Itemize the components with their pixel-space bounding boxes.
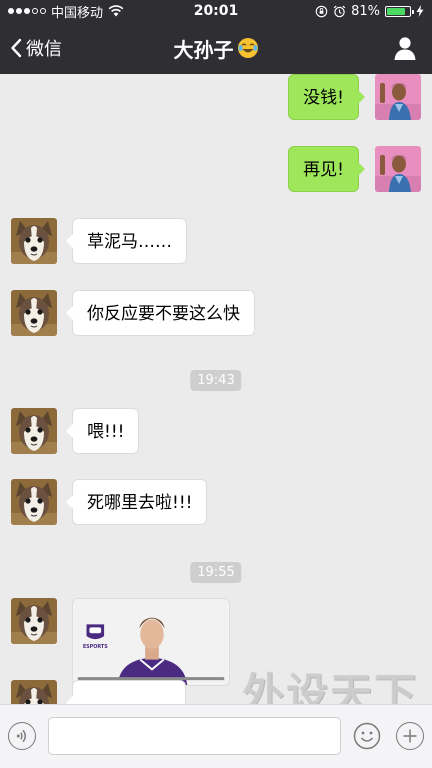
plus-button[interactable] bbox=[396, 722, 424, 750]
wifi-icon bbox=[108, 5, 124, 17]
battery-level bbox=[387, 7, 405, 15]
my-avatar[interactable] bbox=[375, 146, 421, 192]
message-bubble-outgoing[interactable]: 再见! bbox=[288, 146, 365, 192]
battery-percent: 81% bbox=[351, 3, 380, 19]
contact-avatar[interactable] bbox=[11, 290, 57, 336]
my-avatar-image bbox=[375, 146, 421, 192]
message-bubble-incoming[interactable]: 你反应要不要这么快 bbox=[66, 290, 255, 336]
message-input[interactable] bbox=[48, 717, 341, 755]
contact-avatar[interactable] bbox=[11, 598, 57, 644]
input-bar bbox=[0, 704, 432, 768]
crying-laughing-emoji-icon bbox=[237, 38, 258, 58]
contact-avatar[interactable] bbox=[11, 479, 57, 525]
message-bubble-incoming-partial[interactable] bbox=[66, 680, 186, 704]
contact-avatar-image bbox=[11, 598, 57, 644]
contact-avatar-image bbox=[11, 479, 57, 525]
my-avatar[interactable] bbox=[375, 74, 421, 120]
message-bubble-incoming[interactable]: 草泥马…… bbox=[66, 218, 187, 264]
contact-avatar-image bbox=[11, 408, 57, 454]
timestamp-chip: 19:43 bbox=[190, 370, 242, 391]
contact-avatar-image bbox=[11, 680, 57, 704]
back-label: 微信 bbox=[26, 39, 62, 60]
video-thumbnail-image: ESPORTS bbox=[73, 599, 229, 685]
chat-area[interactable]: 没钱! 再见! 草泥马…… 你反应要不要这么快 19:43 喂!!! 死哪里去啦… bbox=[0, 74, 432, 704]
signal-dots-icon bbox=[8, 8, 46, 14]
chat-title: 大孙子 bbox=[0, 22, 432, 74]
rotation-lock-icon bbox=[315, 5, 328, 17]
chevron-left-icon bbox=[11, 38, 22, 58]
video-message-thumbnail[interactable]: ESPORTS bbox=[72, 598, 230, 686]
back-button[interactable]: 微信 bbox=[10, 22, 62, 74]
message-bubble-incoming[interactable]: 死哪里去啦!!! bbox=[65, 479, 208, 525]
charging-bolt-icon bbox=[416, 5, 424, 17]
voice-button[interactable] bbox=[8, 722, 36, 750]
my-avatar-image bbox=[375, 74, 421, 120]
status-bar: 中国移动 20:01 81% bbox=[0, 0, 432, 22]
contact-avatar[interactable] bbox=[11, 218, 57, 264]
carrier-name: 中国移动 bbox=[51, 5, 104, 21]
esports-logo-text: ESPORTS bbox=[83, 644, 108, 650]
contact-avatar[interactable] bbox=[11, 408, 57, 454]
contact-avatar-image bbox=[11, 218, 57, 264]
message-bubble-incoming[interactable]: 喂!!! bbox=[65, 408, 140, 454]
contact-avatar-image bbox=[11, 290, 57, 336]
nav-bar: 微信 大孙子 bbox=[0, 22, 432, 74]
timestamp-chip: 19:55 bbox=[190, 562, 242, 583]
message-bubble-outgoing[interactable]: 没钱! bbox=[288, 74, 365, 120]
contact-avatar[interactable] bbox=[11, 680, 57, 704]
person-icon[interactable] bbox=[392, 35, 418, 61]
chat-title-text: 大孙子 bbox=[173, 37, 234, 62]
alarm-icon bbox=[333, 5, 346, 17]
emoji-icon[interactable] bbox=[353, 722, 381, 750]
battery-icon bbox=[385, 5, 414, 17]
plus-icon bbox=[403, 729, 417, 743]
voice-icon bbox=[16, 729, 26, 743]
